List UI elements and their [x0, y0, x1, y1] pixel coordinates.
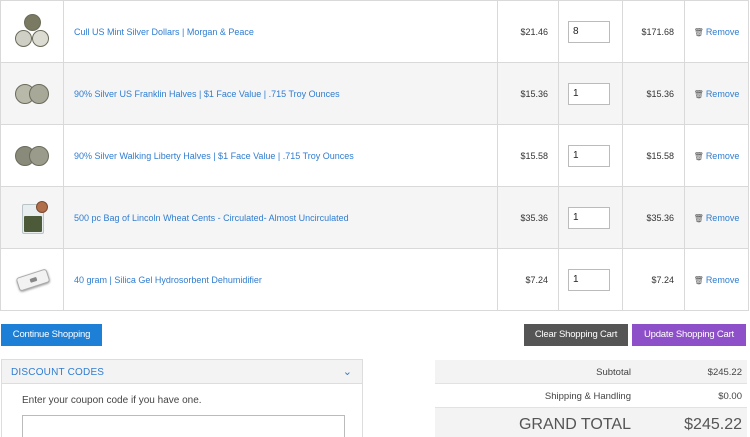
walking-liberty-halves-coins-image[interactable] — [12, 136, 52, 176]
quantity-input[interactable] — [568, 82, 610, 105]
row-subtotal: $15.58 — [622, 124, 685, 187]
grand-total-value: $245.22 — [684, 416, 742, 433]
cart-row: 500 pc Bag of Lincoln Wheat Cents - Circ… — [0, 186, 749, 249]
subtotal-value: $245.22 — [707, 367, 742, 378]
remove-label: Remove — [705, 212, 740, 223]
update-cart-button[interactable]: Update Shopping Cart — [632, 324, 746, 346]
row-subtotal: $171.68 — [622, 0, 685, 63]
remove-button[interactable]: 🗑 Remove — [694, 151, 740, 161]
cart-row: 90% Silver Walking Liberty Halves | $1 F… — [0, 124, 749, 187]
cart-row: 90% Silver US Franklin Halves | $1 Face … — [0, 62, 749, 125]
clear-cart-button[interactable]: Clear Shopping Cart — [524, 324, 628, 346]
quantity-input[interactable] — [568, 268, 610, 291]
trash-icon: 🗑 — [693, 27, 704, 37]
remove-button[interactable]: 🗑 Remove — [694, 27, 740, 37]
grand-total-label: GRAND TOTAL — [518, 416, 631, 433]
trash-icon: 🗑 — [693, 89, 704, 99]
product-link[interactable]: 90% Silver US Franklin Halves | $1 Face … — [74, 89, 340, 99]
unit-price: $35.36 — [497, 186, 559, 249]
remove-button[interactable]: 🗑 Remove — [694, 89, 740, 99]
remove-label: Remove — [705, 26, 740, 37]
coupon-instructions: Enter your coupon code if you have one. — [22, 395, 202, 406]
unit-price: $15.36 — [497, 62, 559, 125]
shipping-label: Shipping & Handling — [544, 391, 631, 402]
remove-button[interactable]: 🗑 Remove — [694, 275, 740, 285]
quantity-input[interactable] — [568, 144, 610, 167]
wheat-cents-bag-image[interactable] — [12, 198, 52, 238]
product-image-cell[interactable] — [0, 62, 64, 125]
silica-gel-dehumidifier-image[interactable] — [12, 260, 52, 300]
product-link[interactable]: 90% Silver Walking Liberty Halves | $1 F… — [74, 151, 354, 161]
cart-row: 40 gram | Silica Gel Hydrosorbent Dehumi… — [0, 248, 749, 311]
product-link[interactable]: 40 gram | Silica Gel Hydrosorbent Dehumi… — [74, 275, 262, 285]
subtotal-row: Subtotal $245.22 — [435, 360, 747, 384]
remove-button[interactable]: 🗑 Remove — [694, 213, 740, 223]
trash-icon: 🗑 — [693, 151, 704, 161]
row-subtotal: $35.36 — [622, 186, 685, 249]
row-subtotal: $15.36 — [622, 62, 685, 125]
franklin-halves-coins-image[interactable] — [12, 74, 52, 114]
quantity-input[interactable] — [568, 206, 610, 229]
shipping-row: Shipping & Handling $0.00 — [435, 384, 747, 408]
trash-icon: 🗑 — [693, 275, 704, 285]
cart-row: Cull US Mint Silver Dollars | Morgan & P… — [0, 0, 749, 63]
remove-label: Remove — [705, 88, 740, 99]
product-image-cell[interactable] — [0, 0, 64, 63]
quantity-input[interactable] — [568, 20, 610, 43]
discount-codes-title: DISCOUNT CODES — [11, 367, 105, 378]
shipping-value: $0.00 — [718, 391, 742, 402]
unit-price: $15.58 — [497, 124, 559, 187]
grand-total-row: GRAND TOTAL $245.22 — [435, 408, 747, 437]
order-totals: Subtotal $245.22 Shipping & Handling $0.… — [435, 360, 747, 437]
subtotal-label: Subtotal — [596, 367, 631, 378]
unit-price: $7.24 — [497, 248, 559, 311]
cart-table: Cull US Mint Silver Dollars | Morgan & P… — [0, 0, 749, 311]
remove-label: Remove — [705, 274, 740, 285]
unit-price: $21.46 — [497, 0, 559, 63]
coupon-code-input[interactable] — [22, 415, 345, 437]
trash-icon: 🗑 — [693, 213, 704, 223]
continue-shopping-button[interactable]: Continue Shopping — [1, 324, 102, 346]
product-image-cell[interactable] — [0, 248, 64, 311]
remove-label: Remove — [705, 150, 740, 161]
discount-codes-panel: DISCOUNT CODES ⌄ Enter your coupon code … — [1, 359, 363, 437]
product-image-cell[interactable] — [0, 124, 64, 187]
product-link[interactable]: Cull US Mint Silver Dollars | Morgan & P… — [74, 27, 254, 37]
discount-codes-toggle[interactable]: DISCOUNT CODES ⌄ — [2, 360, 362, 384]
silver-dollars-coins-image[interactable] — [12, 12, 52, 52]
product-image-cell[interactable] — [0, 186, 64, 249]
product-link[interactable]: 500 pc Bag of Lincoln Wheat Cents - Circ… — [74, 213, 349, 223]
chevron-down-icon: ⌄ — [342, 366, 352, 378]
row-subtotal: $7.24 — [622, 248, 685, 311]
